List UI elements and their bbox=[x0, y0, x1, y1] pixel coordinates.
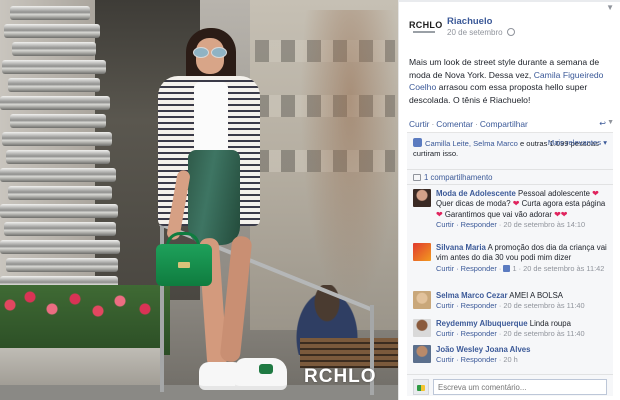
caption-text: arrasou com essa proposta hello super de… bbox=[409, 82, 588, 105]
post-side-panel: ▼ RCHLO Riachuelo 20 de setembro Mais um… bbox=[398, 0, 620, 400]
post-options-chevron-icon[interactable]: ▼ bbox=[606, 3, 614, 12]
like-thumb-icon bbox=[413, 138, 422, 147]
comments-section: Camilla Leite, Selma Marco e outras 1.09… bbox=[407, 132, 613, 396]
comment-author-link[interactable]: João Wesley Joana Alves bbox=[436, 345, 530, 354]
comment-time[interactable]: 20 de setembro às 11:40 bbox=[503, 329, 584, 338]
flower-bed bbox=[0, 285, 170, 355]
comment-text: Linda roupa bbox=[527, 319, 571, 328]
model-leg bbox=[219, 235, 253, 363]
comment-author-link[interactable]: Selma Marco Cezar bbox=[436, 291, 508, 300]
comment-time[interactable]: 20 h bbox=[503, 355, 517, 364]
comment-actions[interactable]: Curtir · Responder bbox=[436, 355, 497, 364]
post-caption: Mais um look de street style durante a s… bbox=[409, 56, 615, 106]
chevron-down-icon[interactable]: ▼ bbox=[607, 119, 614, 126]
page-logo[interactable]: RCHLO bbox=[409, 18, 443, 40]
comment-body: João Wesley Joana Alves Curtir · Respond… bbox=[436, 345, 608, 366]
comment-button[interactable]: Comentar bbox=[436, 119, 473, 129]
sort-label: Mais relevantes bbox=[547, 138, 602, 147]
comment-body: Reydemmy Albuquerque Linda roupa Curtir … bbox=[436, 319, 608, 340]
top-border bbox=[399, 0, 620, 2]
planter bbox=[0, 348, 160, 388]
comment-composer bbox=[407, 374, 613, 396]
tree bbox=[300, 10, 398, 310]
mirror-sculpture bbox=[0, 0, 120, 300]
model-white-top bbox=[194, 82, 228, 154]
heart-icon: ❤ bbox=[554, 209, 561, 219]
comment-text: Pessoal adolescente bbox=[515, 189, 593, 198]
comment-time[interactable]: 20 de setembro às 14:10 bbox=[503, 220, 585, 229]
post-timestamp[interactable]: 20 de setembro bbox=[447, 28, 503, 37]
comment-body: Moda de Adolescente Pessoal adolescente … bbox=[436, 189, 608, 231]
comment-text: Garantimos que vai vão adorar bbox=[442, 209, 555, 219]
page-logo-underline bbox=[413, 31, 435, 33]
commenter-avatar[interactable] bbox=[413, 345, 431, 363]
comment-author-link[interactable]: Reydemmy Albuquerque bbox=[436, 319, 528, 328]
separator-dot: · bbox=[431, 119, 435, 129]
post-actions: Curtir · Comentar · Compartilhar bbox=[409, 119, 528, 129]
reply-arrow-icon[interactable]: ↩ bbox=[599, 119, 606, 128]
bench bbox=[300, 338, 398, 368]
page-logo-text: RCHLO bbox=[409, 20, 443, 30]
bag-clasp bbox=[178, 262, 190, 268]
heart-icon: ❤ bbox=[560, 209, 568, 219]
comment-actions[interactable]: Curtir · Responder bbox=[436, 264, 497, 273]
shares-link[interactable]: 1 compartilhamento bbox=[413, 173, 492, 182]
separator-dot: · bbox=[475, 119, 478, 129]
divider bbox=[407, 169, 613, 170]
white-sneaker bbox=[235, 358, 287, 390]
comment-meta: Curtir · Responder · 1 · 20 de setembro … bbox=[436, 263, 605, 273]
share-icon bbox=[413, 174, 421, 181]
comment-time[interactable]: 20 de setembro às 11:42 bbox=[523, 264, 604, 273]
comment-text: Quer dicas de moda? bbox=[436, 199, 513, 209]
globe-icon bbox=[507, 28, 515, 36]
comment-body: Silvana Maria A promoção dos dia da cria… bbox=[436, 243, 608, 274]
likes-names-link[interactable]: Camilla Leite, Selma Marco bbox=[425, 139, 518, 148]
comment-actions[interactable]: Curtir · Responder bbox=[436, 301, 497, 310]
comment-input[interactable] bbox=[433, 379, 607, 395]
model-green-skirt bbox=[188, 150, 240, 245]
comment-text: Curta agora esta página bbox=[519, 199, 606, 209]
comment-meta: Curtir · Responder · 20 de setembro às 1… bbox=[436, 301, 585, 311]
like-button[interactable]: Curtir bbox=[409, 119, 429, 129]
comment-actions[interactable]: Curtir · Responder bbox=[436, 329, 497, 338]
post-photo[interactable]: RCHLO bbox=[0, 0, 398, 400]
shares-count: 1 compartilhamento bbox=[424, 173, 493, 182]
model-sunglasses bbox=[193, 47, 227, 58]
comment-meta: Curtir · Responder · 20 h bbox=[436, 355, 518, 365]
brand-watermark: RCHLO bbox=[304, 366, 377, 387]
like-thumb-icon bbox=[503, 264, 511, 272]
comment-actions[interactable]: Curtir · Responder bbox=[436, 220, 497, 229]
comment-body: Selma Marco Cezar AMEI A BOLSA Curtir · … bbox=[436, 291, 608, 312]
comment-text: AMEI A BOLSA bbox=[507, 291, 563, 300]
comment-like-count[interactable]: 1 bbox=[512, 264, 516, 273]
chevron-down-icon: ▾ bbox=[603, 138, 607, 147]
commenter-avatar[interactable] bbox=[413, 319, 431, 337]
comment-meta: Curtir · Responder · 20 de setembro às 1… bbox=[436, 329, 585, 339]
share-button[interactable]: Compartilhar bbox=[480, 119, 528, 129]
commenter-avatar[interactable] bbox=[413, 291, 431, 309]
comment-time[interactable]: 20 de setembro às 11:40 bbox=[503, 301, 584, 310]
page-name-link[interactable]: Riachuelo bbox=[447, 16, 492, 27]
sort-comments-dropdown[interactable]: Mais relevantes ▾ bbox=[548, 138, 607, 147]
commenter-avatar[interactable] bbox=[413, 189, 431, 207]
comment-author-link[interactable]: Moda de Adolescente bbox=[436, 189, 516, 198]
commenter-avatar[interactable] bbox=[413, 243, 431, 261]
heart-icon: ❤ bbox=[592, 189, 599, 198]
heart-icon: ❤ bbox=[436, 209, 443, 219]
comment-meta: Curtir · Responder · 20 de setembro às 1… bbox=[436, 220, 586, 230]
divider bbox=[407, 184, 613, 185]
comment-author-link[interactable]: Silvana Maria bbox=[436, 243, 486, 252]
current-user-avatar bbox=[413, 379, 429, 395]
